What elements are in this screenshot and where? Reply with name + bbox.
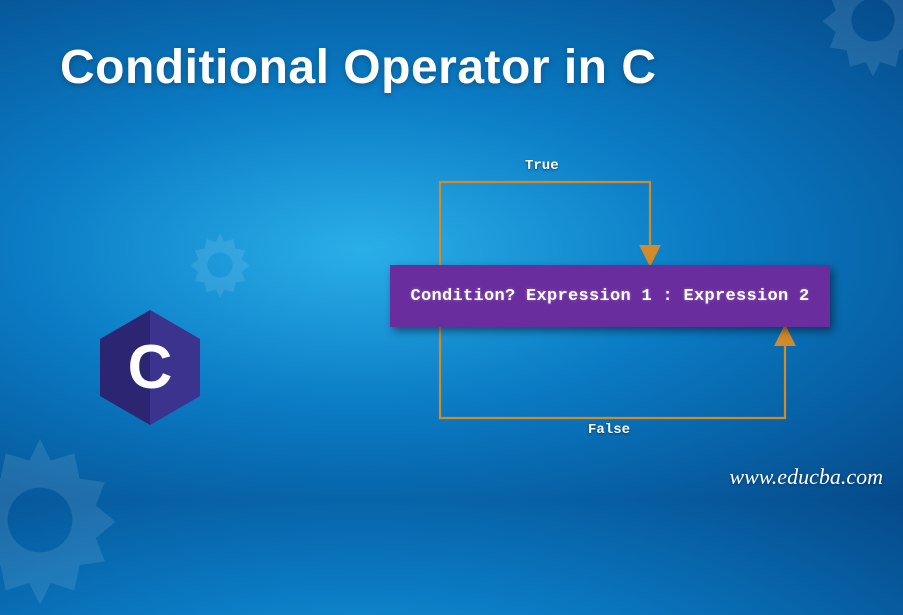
ternary-diagram: True False Condition? Expression 1 : Exp… [360,160,860,460]
gear-icon [185,230,255,300]
watermark: www.educba.com [729,464,883,490]
true-label: True [525,158,559,174]
gear-icon [0,430,130,610]
gear-icon [813,0,903,80]
syntax-box: Condition? Expression 1 : Expression 2 [390,265,830,327]
page-title: Conditional Operator in C [60,40,657,95]
false-label: False [588,422,630,438]
c-language-logo: C [100,310,200,425]
svg-text:C: C [128,333,173,402]
